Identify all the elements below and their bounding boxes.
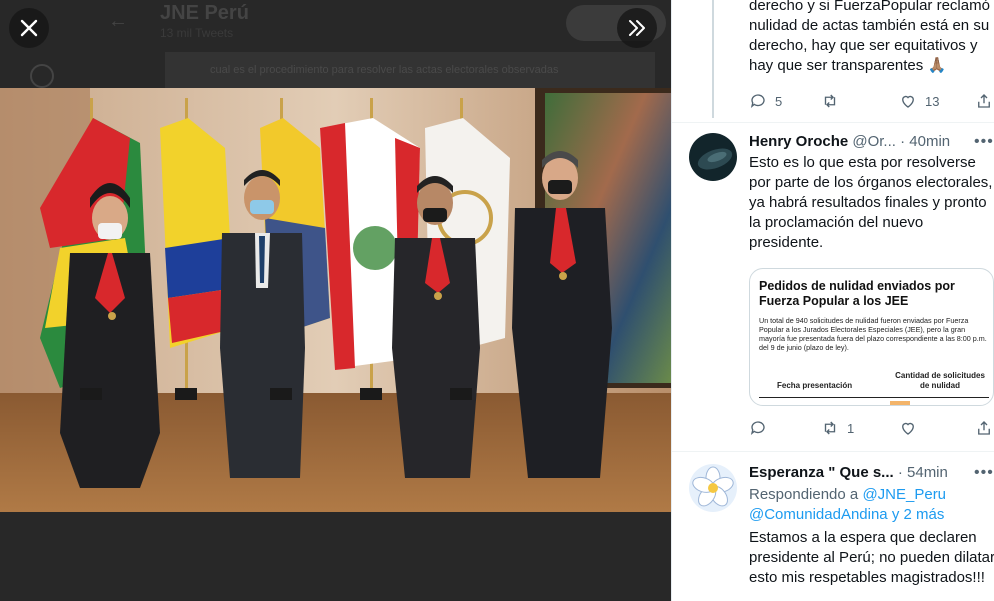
more-icon[interactable]: •••	[974, 464, 994, 482]
share-icon	[978, 94, 990, 108]
avatar-image	[689, 464, 737, 512]
tweet-3[interactable]: Esperanza " Que s... · 54min ••• Respond…	[672, 452, 994, 601]
tweet-3-header: Esperanza " Que s... · 54min	[749, 464, 948, 481]
tweet-1-text: derecho y si FuerzaPopular reclamó nulid…	[749, 0, 990, 74]
chevrons-right-icon	[629, 20, 645, 36]
tweet-photo[interactable]	[0, 88, 671, 512]
retweet-count: 1	[847, 420, 855, 436]
card-bar	[890, 401, 910, 405]
avatar[interactable]	[689, 464, 737, 512]
reply-button[interactable]: 5	[749, 92, 782, 110]
retweet-icon	[824, 94, 836, 108]
avatar-image	[689, 133, 737, 181]
tweet-2-header: Henry Oroche @Or... · 40min	[749, 133, 950, 150]
tweet-2[interactable]: Henry Oroche @Or... · 40min ••• Esto es …	[672, 123, 994, 450]
card-rule	[759, 397, 989, 398]
card-column-date: Fecha presentación	[777, 381, 853, 390]
share-icon	[978, 421, 990, 435]
timestamp[interactable]: · 40min	[900, 133, 950, 150]
reply-button[interactable]	[749, 419, 767, 437]
more-icon[interactable]: •••	[974, 133, 994, 151]
display-name[interactable]: Henry Oroche	[749, 133, 848, 150]
conversation-column: derecho y si FuerzaPopular reclamó nulid…	[671, 0, 994, 601]
back-arrow-icon: ←	[108, 10, 128, 32]
reply-count: 5	[775, 93, 783, 109]
media-viewer: ← JNE Perú 13 mil Tweets cual es el proc…	[0, 0, 671, 601]
reply-icon	[750, 421, 765, 436]
tweet-2-text: Esto es lo que esta por resolverse por p…	[749, 154, 993, 251]
background-account-name: JNE Perú	[160, 2, 249, 24]
like-button[interactable]: 13	[899, 92, 939, 110]
replying-prefix: Respondiendo a	[749, 486, 859, 503]
replying-to: Respondiendo a @JNE_Peru @ComunidadAndin…	[749, 485, 994, 525]
background-tweet-count: 13 mil Tweets	[160, 26, 234, 40]
share-button[interactable]	[975, 419, 993, 437]
card-column-quantity: Cantidad de solicitudes de nulidad	[895, 371, 985, 390]
card-description: Un total de 940 solicitudes de nulidad f…	[759, 316, 987, 352]
heart-icon	[902, 95, 914, 108]
reply-icon	[750, 94, 765, 109]
display-name[interactable]: Esperanza " Que s...	[749, 464, 894, 481]
thread-line	[712, 0, 714, 118]
heart-icon	[902, 422, 914, 435]
close-icon	[20, 19, 38, 37]
timestamp[interactable]: · 54min	[898, 464, 948, 481]
share-button[interactable]	[975, 92, 993, 110]
avatar[interactable]	[689, 133, 737, 181]
retweet-button[interactable]: 1	[821, 419, 854, 437]
background-video-caption: cual es el procedimiento para resolver l…	[210, 64, 559, 76]
card-title: Pedidos de nulidad enviados por Fuerza P…	[759, 279, 955, 308]
photo-image	[0, 88, 671, 512]
close-button[interactable]	[9, 8, 49, 48]
background-settings-icon	[30, 64, 54, 88]
retweet-button[interactable]	[821, 92, 839, 110]
like-count: 13	[925, 93, 940, 109]
retweet-icon	[824, 421, 836, 435]
tweet-1-actions: 5 13	[749, 92, 994, 112]
tweet-2-actions: 1	[749, 419, 994, 439]
expand-button[interactable]	[617, 8, 657, 48]
handle[interactable]: @Or...	[852, 133, 896, 150]
like-button[interactable]	[899, 419, 917, 437]
link-card[interactable]: Pedidos de nulidad enviados por Fuerza P…	[749, 268, 994, 406]
tweet-1[interactable]: derecho y si FuerzaPopular reclamó nulid…	[672, 0, 994, 120]
tweet-3-text: Estamos a la espera que declaren preside…	[749, 529, 994, 586]
